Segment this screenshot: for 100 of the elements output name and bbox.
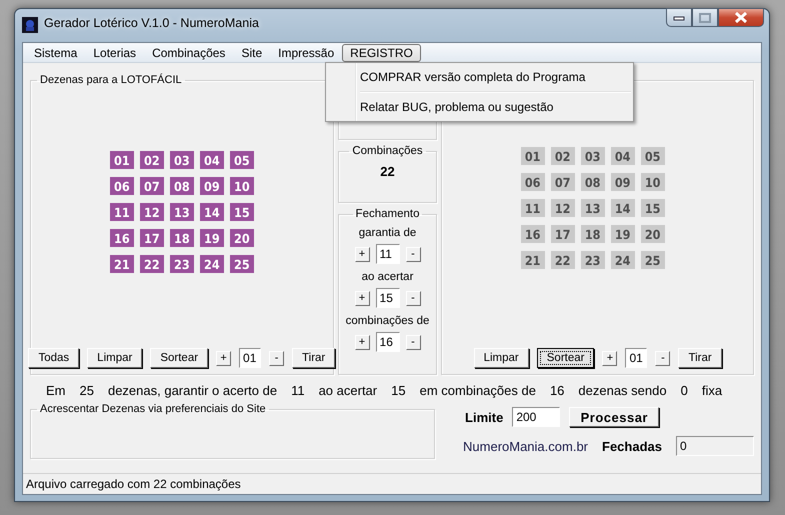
closed-label: Fechadas [602,438,662,454]
increment-button[interactable]: + [354,246,370,262]
group-title: Fechamento [354,208,420,220]
field-label: garantia de [358,227,416,239]
number-tile[interactable]: 17 [140,229,164,247]
number-tile[interactable]: 05 [640,147,665,165]
menu-option[interactable]: Relatar BUG, problema ou sugestão [328,95,631,119]
status-bar: Arquivo carregado com 22 combinações [23,473,761,494]
number-tile[interactable]: 04 [610,147,635,165]
number-field[interactable]: 11 [376,244,400,264]
number-tile[interactable]: 14 [200,203,224,221]
number-tile[interactable]: 01 [520,147,545,165]
summary-text: 15 [391,383,406,398]
number-tile[interactable]: 01 [110,151,134,169]
number-tile[interactable]: 05 [230,151,254,169]
number-field[interactable]: 15 [376,288,400,308]
number-tile[interactable]: 25 [640,251,665,269]
number-tile[interactable]: 12 [140,203,164,221]
number-tile[interactable]: 22 [550,251,575,269]
summary-text: ao acertar [318,383,378,398]
increment-button[interactable]: + [354,334,370,350]
summary-text: dezenas sendo [578,383,667,398]
step-button[interactable]: + [602,350,618,366]
number-tile[interactable]: 02 [140,151,164,169]
number-tile[interactable]: 06 [110,177,134,195]
number-tile[interactable]: 21 [110,255,134,273]
maximize-icon [699,12,711,22]
number-tile[interactable]: 17 [550,225,575,243]
count-field[interactable]: 01 [239,348,262,368]
action-button[interactable]: Limpar [474,348,529,368]
action-button[interactable]: Todas [28,348,80,368]
increment-button[interactable]: + [354,290,370,306]
number-tile[interactable]: 19 [200,229,224,247]
number-tile[interactable]: 03 [580,147,605,165]
number-tile[interactable]: 23 [170,255,194,273]
step-button[interactable]: + [216,350,232,366]
number-tile[interactable]: 24 [610,251,635,269]
number-tile[interactable]: 24 [200,255,224,273]
number-tile[interactable]: 21 [520,251,545,269]
limit-field[interactable]: 200 [512,407,560,427]
number-tile[interactable]: 18 [580,225,605,243]
number-tile[interactable]: 20 [640,225,665,243]
menu-item[interactable]: REGISTRO [342,44,421,62]
number-tile[interactable]: 10 [640,173,665,191]
menu-item[interactable]: Site [233,44,270,62]
number-tile[interactable]: 07 [140,177,164,195]
menu-item[interactable]: Loterias [85,44,144,62]
number-tile[interactable]: 09 [200,177,224,195]
app-icon [22,17,38,33]
limit-label: Limite [465,410,504,424]
number-tile[interactable]: 16 [110,229,134,247]
number-tile[interactable]: 11 [520,199,545,217]
number-tile[interactable]: 12 [550,199,575,217]
number-field[interactable]: 16 [376,332,400,352]
minimize-button[interactable] [666,8,692,27]
menu-item[interactable]: Impressão [270,44,342,62]
number-tile[interactable]: 06 [520,173,545,191]
process-button[interactable]: Processar [569,407,660,427]
number-tile[interactable]: 13 [580,199,605,217]
decrement-button[interactable]: - [406,246,421,262]
action-button[interactable]: Tirar [292,348,336,368]
number-tile[interactable]: 15 [230,203,254,221]
number-tile[interactable]: 08 [580,173,605,191]
number-tile[interactable]: 09 [610,173,635,191]
number-tile[interactable]: 08 [170,177,194,195]
action-button[interactable]: Sortear [536,348,594,368]
number-tile[interactable]: 04 [200,151,224,169]
number-tile[interactable]: 19 [610,225,635,243]
menu-item[interactable]: Sistema [26,44,86,62]
step-button[interactable]: - [655,350,670,366]
number-tile[interactable]: 23 [580,251,605,269]
decrement-button[interactable]: - [406,334,421,350]
number-tile[interactable]: 25 [230,255,254,273]
number-tile[interactable]: 13 [170,203,194,221]
number-tile[interactable]: 20 [230,229,254,247]
decrement-button[interactable]: - [406,290,421,306]
number-tile[interactable]: 11 [110,203,134,221]
number-tile[interactable]: 02 [550,147,575,165]
menu-option[interactable]: COMPRAR versão completa do Programa [328,65,631,89]
number-tile[interactable]: 18 [170,229,194,247]
close-button[interactable] [718,8,764,27]
summary-text: 0 [680,383,688,398]
action-button[interactable]: Sortear [150,348,208,368]
number-tile[interactable]: 16 [520,225,545,243]
maximize-button[interactable] [692,8,718,27]
action-button[interactable]: Limpar [87,348,142,368]
number-tile[interactable]: 07 [550,173,575,191]
window-title: Gerador Lotérico V.1.0 - NumeroMania [44,16,259,30]
number-tile[interactable]: 10 [230,177,254,195]
step-button[interactable]: - [269,350,284,366]
number-tile[interactable]: 03 [170,151,194,169]
closed-field[interactable]: 0 [676,436,754,456]
menu-item[interactable]: Combinações [144,44,234,62]
action-button[interactable]: Tirar [678,348,722,368]
number-tile[interactable]: 22 [140,255,164,273]
number-tile[interactable]: 15 [640,199,665,217]
site-link[interactable]: NumeroMania.com.br [463,438,588,454]
count-field[interactable]: 01 [625,348,648,368]
summary-text: 16 [550,383,564,398]
number-tile[interactable]: 14 [610,199,635,217]
